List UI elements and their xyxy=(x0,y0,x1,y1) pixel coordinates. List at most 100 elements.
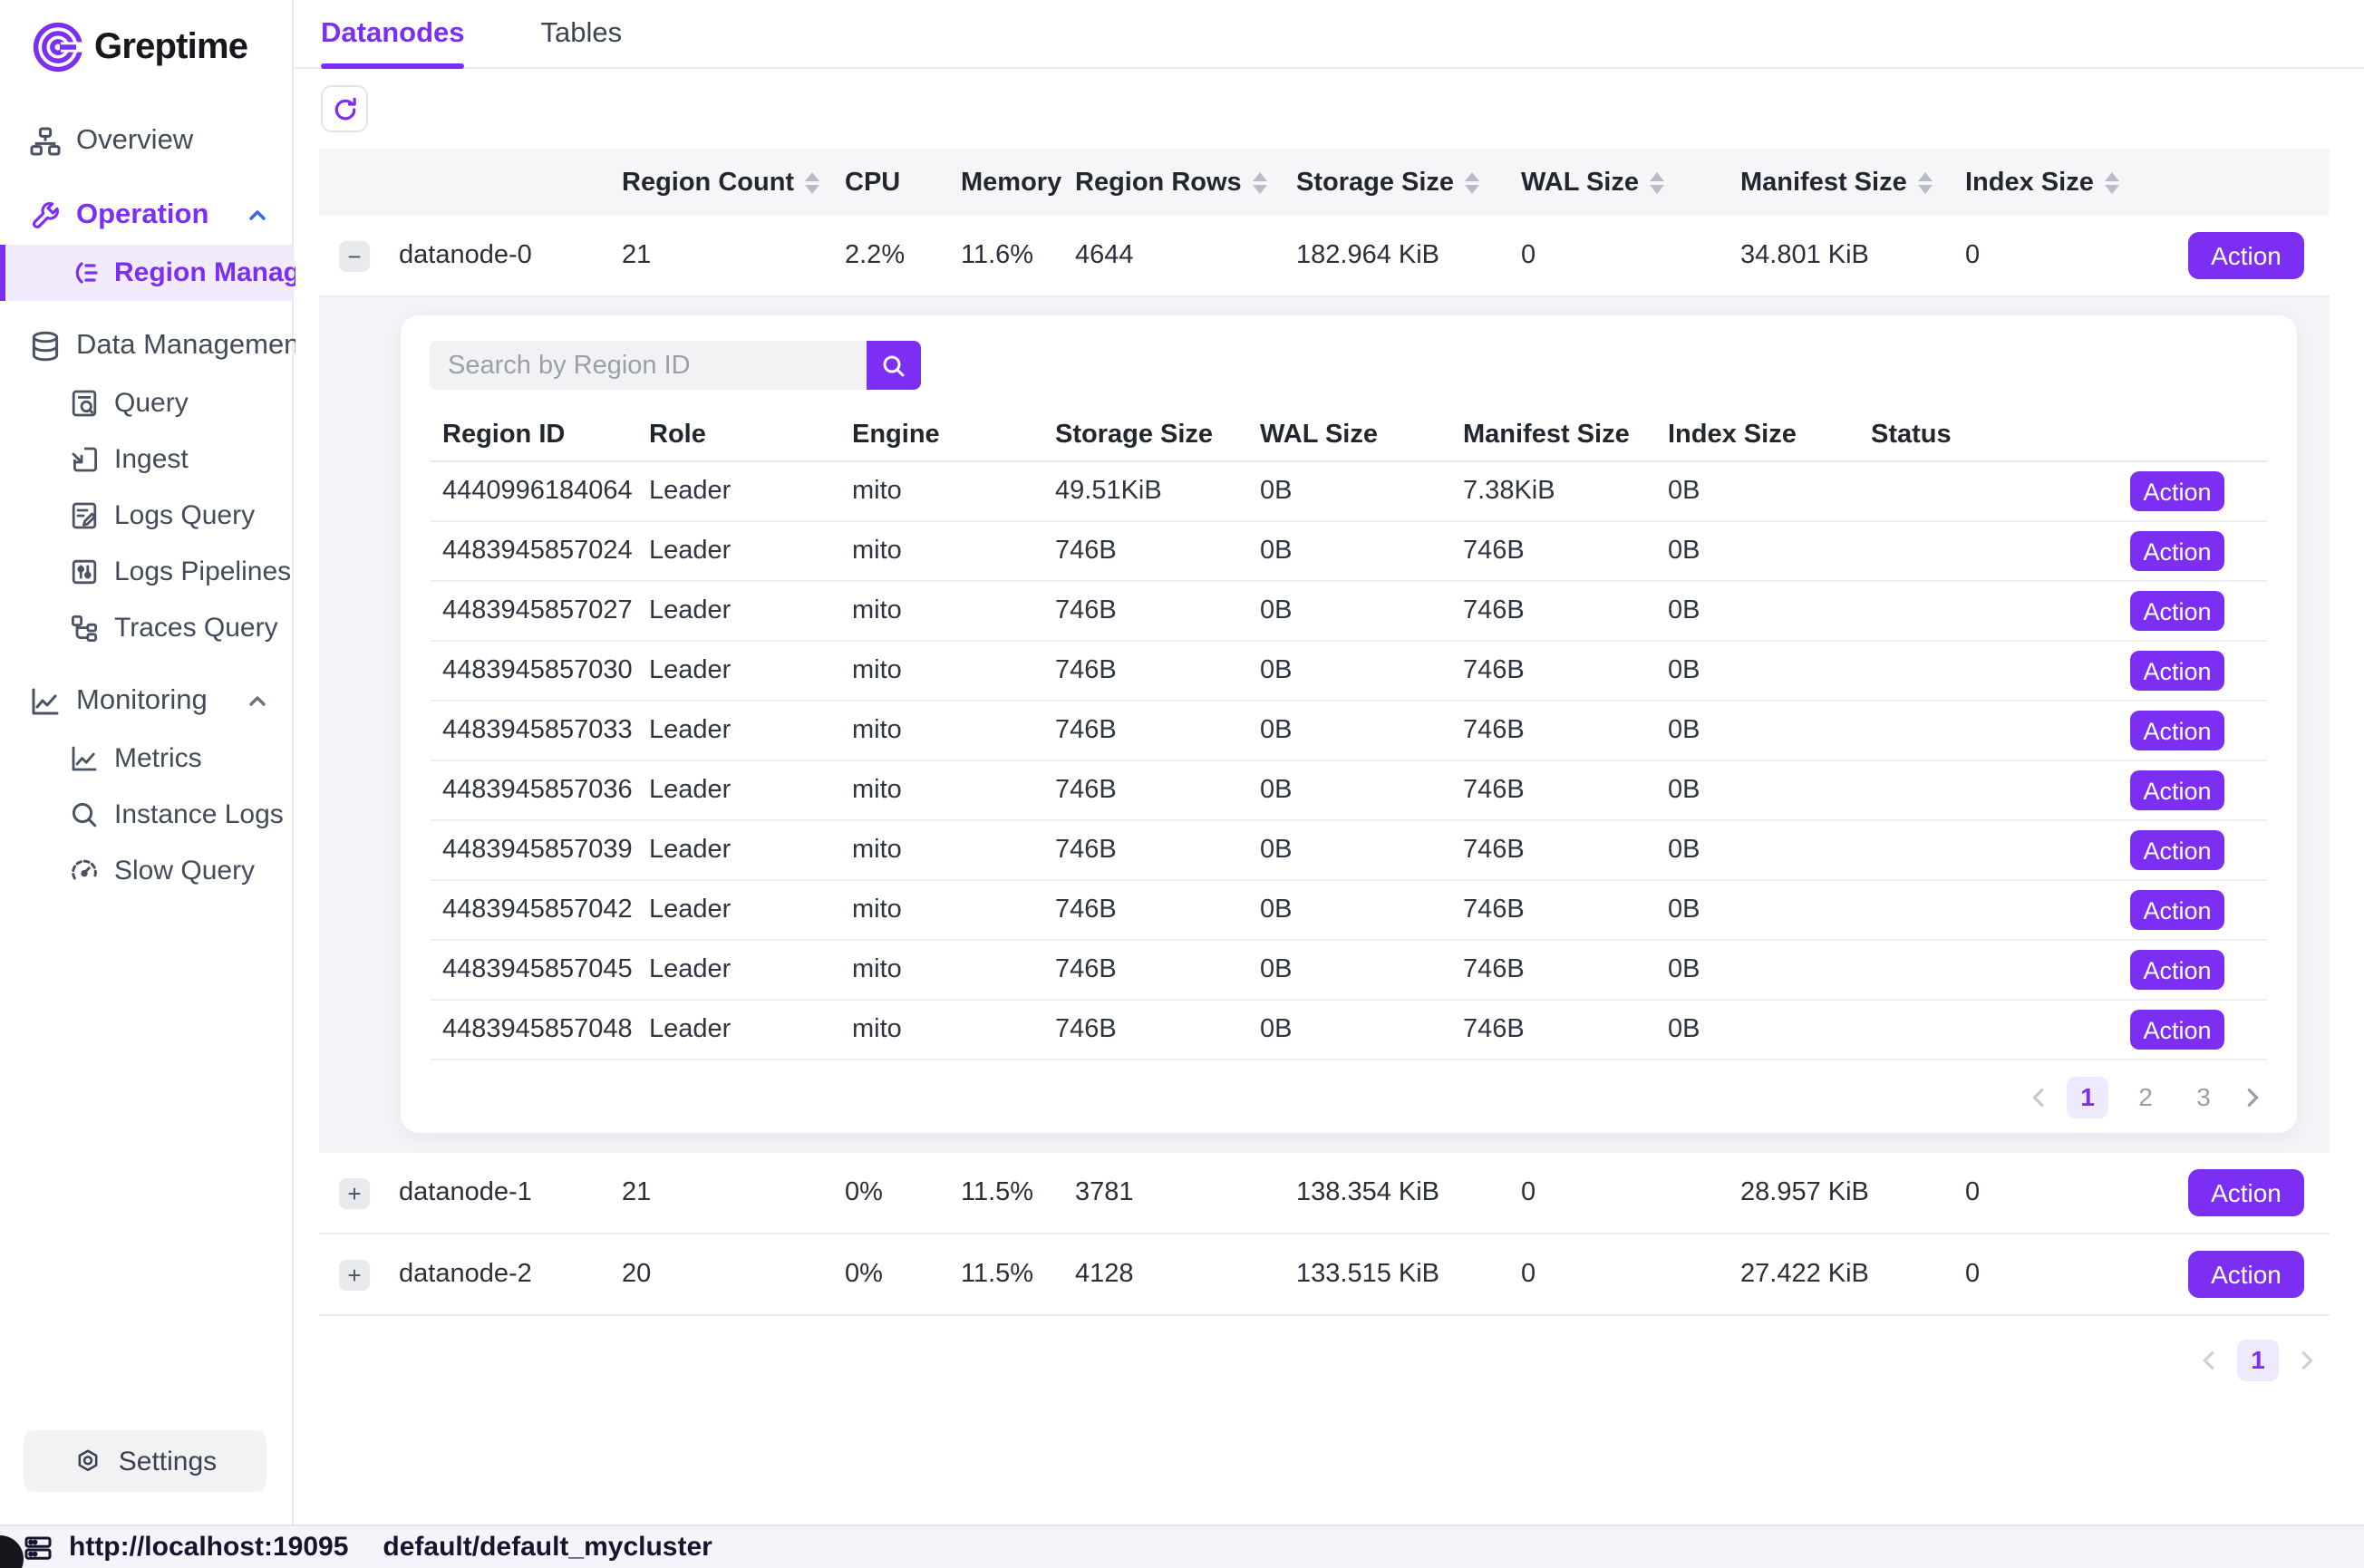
sidebar-item-slow-query[interactable]: Slow Query xyxy=(0,843,292,899)
corner-widget[interactable] xyxy=(0,1535,24,1568)
next-page-icon[interactable] xyxy=(2241,1085,2264,1108)
action-button[interactable]: Action xyxy=(2130,591,2224,631)
action-button[interactable]: Action xyxy=(2130,471,2224,511)
expand-row-button[interactable]: + xyxy=(339,1177,370,1208)
collapse-row-button[interactable]: − xyxy=(339,240,370,271)
cell-wal-size: 0B xyxy=(1260,537,1463,566)
toolbar xyxy=(296,69,2364,149)
cell-manifest-size: 746B xyxy=(1463,716,1668,745)
action-button[interactable]: Action xyxy=(2130,950,2224,990)
sidebar-item-ingest[interactable]: Ingest xyxy=(0,431,292,488)
cell-wal-size: 0B xyxy=(1260,836,1463,865)
datanode-row: + datanode-2 20 0% 11.5% 4128 133.515 Ki… xyxy=(319,1234,2330,1316)
cell-role: Leader xyxy=(649,477,852,506)
sidebar-item-metrics[interactable]: Metrics xyxy=(0,731,292,787)
action-button[interactable]: Action xyxy=(2188,1251,2304,1298)
settings-button[interactable]: Settings xyxy=(24,1430,266,1492)
datanode-name: datanode-2 xyxy=(399,1260,622,1289)
sidebar-item-overview[interactable]: Overview xyxy=(0,111,292,170)
sidebar-item-traces-query[interactable]: Traces Query xyxy=(0,600,292,656)
sort-icon[interactable] xyxy=(1253,171,1267,193)
page-number[interactable]: 1 xyxy=(2237,1339,2279,1380)
cell-manifest-size: 34.801 KiB xyxy=(1740,241,1965,270)
page-number[interactable]: 2 xyxy=(2125,1076,2166,1118)
sort-icon[interactable] xyxy=(805,171,819,193)
region-row: 4483945857036 Leader mito 746B 0B 746B 0… xyxy=(430,761,2268,821)
tab-tables[interactable]: Tables xyxy=(541,0,623,67)
cell-role: Leader xyxy=(649,656,852,685)
sidebar-item-operation[interactable]: Operation xyxy=(0,185,292,245)
region-row: 4440996184064 Leader mito 49.51KiB 0B 7.… xyxy=(430,462,2268,522)
action-button[interactable]: Action xyxy=(2130,770,2224,810)
action-button[interactable]: Action xyxy=(2130,890,2224,930)
cell-role: Leader xyxy=(649,537,852,566)
column-header: Storage Size xyxy=(1055,420,1260,449)
cell-manifest-size: 27.422 KiB xyxy=(1740,1260,1965,1289)
action-button[interactable]: Action xyxy=(2130,830,2224,870)
brand-logo[interactable]: Greptime xyxy=(0,0,292,89)
action-button[interactable]: Action xyxy=(2130,531,2224,571)
sidebar-item-logs-query[interactable]: Logs Query xyxy=(0,488,292,544)
page-number[interactable]: 1 xyxy=(2067,1076,2108,1118)
datanodes-table: Region Count CPU Memory Region Rows Stor… xyxy=(319,149,2330,1403)
cell-wal-size: 0B xyxy=(1260,596,1463,625)
sliders-icon xyxy=(69,557,100,587)
datanode-name: datanode-1 xyxy=(399,1178,622,1207)
sidebar-item-label: Slow Query xyxy=(114,856,255,886)
column-header: Region ID xyxy=(430,420,649,449)
refresh-button[interactable] xyxy=(321,85,368,132)
cell-engine: mito xyxy=(852,716,1055,745)
cell-manifest-size: 746B xyxy=(1463,596,1668,625)
sort-icon[interactable] xyxy=(1465,171,1479,193)
action-button[interactable]: Action xyxy=(2130,651,2224,691)
cell-engine: mito xyxy=(852,836,1055,865)
sidebar-item-label: Data Management xyxy=(76,329,307,362)
cell-manifest-size: 746B xyxy=(1463,537,1668,566)
cell-index-size: 0B xyxy=(1668,716,1871,745)
speedometer-icon xyxy=(69,856,100,886)
action-button[interactable]: Action xyxy=(2188,232,2304,279)
region-row: 4483945857027 Leader mito 746B 0B 746B 0… xyxy=(430,582,2268,642)
sidebar-item-query[interactable]: Query xyxy=(0,375,292,431)
page-number[interactable]: 3 xyxy=(2183,1076,2224,1118)
prev-page-icon[interactable] xyxy=(2027,1085,2050,1108)
sort-icon[interactable] xyxy=(1918,171,1933,193)
sort-icon[interactable] xyxy=(1650,171,1664,193)
tab-datanodes[interactable]: Datanodes xyxy=(321,0,465,67)
region-row: 4483945857039 Leader mito 746B 0B 746B 0… xyxy=(430,821,2268,881)
sidebar-item-region-management[interactable]: Region Management xyxy=(0,245,292,301)
cell-index-size: 0B xyxy=(1668,895,1871,924)
cell-index-size: 0B xyxy=(1668,656,1871,685)
magnifier-icon xyxy=(69,799,100,830)
cell-role: Leader xyxy=(649,716,852,745)
datanodes-table-header: Region Count CPU Memory Region Rows Stor… xyxy=(319,149,2330,216)
cell-storage-size: 746B xyxy=(1055,836,1260,865)
sidebar-item-data-management[interactable]: Data Management xyxy=(0,315,292,375)
expand-row-button[interactable]: + xyxy=(339,1259,370,1290)
next-page-icon[interactable] xyxy=(2295,1348,2319,1371)
cell-region-id: 4483945857024 xyxy=(430,537,649,566)
sort-icon[interactable] xyxy=(2105,171,2119,193)
region-search-input[interactable] xyxy=(430,341,867,390)
action-button[interactable]: Action xyxy=(2130,1010,2224,1050)
cell-manifest-size: 28.957 KiB xyxy=(1740,1178,1965,1207)
cell-storage-size: 746B xyxy=(1055,537,1260,566)
tab-bar: Datanodes Tables xyxy=(296,0,2364,69)
sidebar-item-logs-pipelines[interactable]: Logs Pipelines xyxy=(0,544,292,600)
sidebar-item-instance-logs[interactable]: Instance Logs xyxy=(0,787,292,843)
gear-icon xyxy=(73,1446,104,1476)
prev-page-icon[interactable] xyxy=(2197,1348,2221,1371)
search-button[interactable] xyxy=(867,341,921,390)
database-icon xyxy=(29,329,62,362)
action-button[interactable]: Action xyxy=(2130,711,2224,750)
datanode-row: + datanode-1 21 0% 11.5% 3781 138.354 Ki… xyxy=(319,1153,2330,1234)
sidebar-item-monitoring[interactable]: Monitoring xyxy=(0,671,292,731)
cell-region-count: 20 xyxy=(622,1260,845,1289)
cell-wal-size: 0B xyxy=(1260,1015,1463,1044)
cell-index-size: 0B xyxy=(1668,776,1871,805)
server-icon xyxy=(24,1533,53,1562)
region-card: Region ID Role Engine Storage Size WAL S… xyxy=(401,315,2297,1133)
cell-region-count: 21 xyxy=(622,241,845,270)
action-button[interactable]: Action xyxy=(2188,1169,2304,1216)
line-chart-icon xyxy=(29,684,62,717)
